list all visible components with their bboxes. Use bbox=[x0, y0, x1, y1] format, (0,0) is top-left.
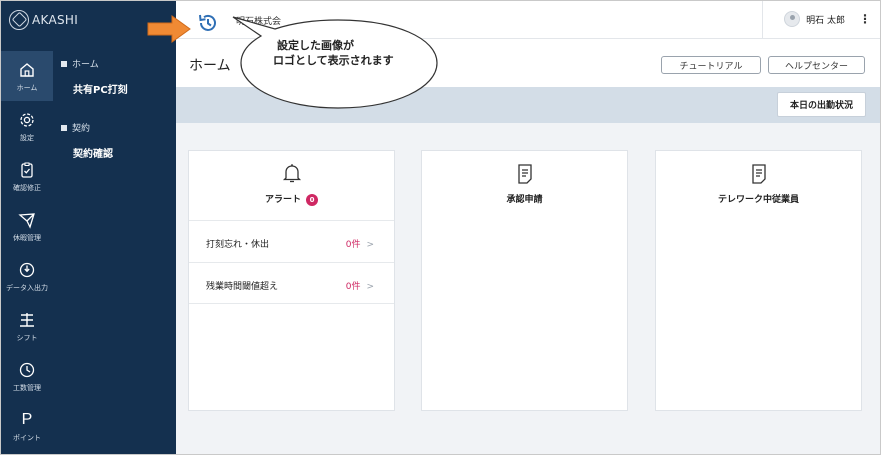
rail-label: データ入出力 bbox=[6, 284, 48, 292]
alert-row-count-value: 0件 bbox=[345, 282, 361, 292]
home-icon bbox=[16, 59, 38, 81]
chevron-right-icon: > bbox=[366, 240, 374, 250]
callout-text: 設定した画像が ロゴとして表示されます bbox=[273, 38, 394, 68]
tutorial-button[interactable]: チュートリアル bbox=[661, 56, 761, 74]
subnav-heading: 契約 bbox=[72, 124, 91, 134]
alert-row-overtime[interactable]: 残業時間閾値超え 0件 > bbox=[189, 262, 394, 304]
alert-title-text: アラート bbox=[264, 195, 301, 205]
arrow-annotation-icon bbox=[146, 14, 192, 48]
power-icon bbox=[16, 259, 38, 281]
rail-label: ホーム bbox=[16, 84, 38, 92]
telework-title: テレワーク中従業員 bbox=[717, 195, 799, 205]
approval-title: 承認申請 bbox=[506, 195, 543, 205]
alert-title: アラート 0 bbox=[189, 192, 394, 206]
subnav-section-contract: 契約 bbox=[61, 121, 90, 134]
subnav-section-home: ホーム bbox=[61, 57, 99, 70]
subnav-heading: ホーム bbox=[72, 60, 99, 70]
more-vertical-icon[interactable]: ⋮ bbox=[859, 12, 871, 26]
history-icon[interactable] bbox=[196, 11, 220, 39]
square-bullet-icon bbox=[61, 124, 67, 131]
alert-row-label: 打刻忘れ・休出 bbox=[206, 240, 270, 250]
rail-label: 設定 bbox=[20, 134, 34, 142]
akashi-logo-icon bbox=[9, 10, 29, 30]
rail-item-points[interactable]: P ポイント bbox=[1, 401, 53, 451]
app-frame: AKASHI ホーム 設定 確認修正 休暇管理 データ入出力 シフト 工数管理 … bbox=[0, 0, 881, 455]
clipboard-check-icon bbox=[16, 159, 38, 181]
speech-bubble bbox=[231, 14, 445, 122]
subnav-link-shared-pc[interactable]: 共有PC打刻 bbox=[73, 81, 128, 96]
user-menu[interactable]: 明石 太郎 ⋮ bbox=[784, 11, 871, 27]
rail-label: ポイント bbox=[13, 434, 41, 442]
alert-row-label: 残業時間閾値超え bbox=[206, 282, 279, 292]
rail-item-review[interactable]: 確認修正 bbox=[1, 151, 53, 201]
alert-row-count-value: 0件 bbox=[345, 240, 361, 250]
p-icon: P bbox=[21, 411, 33, 428]
alert-card: アラート 0 打刻忘れ・休出 0件 > 残業時間閾値超え 0件 > bbox=[188, 150, 395, 411]
topbar-divider bbox=[762, 1, 763, 39]
page-title: ホーム bbox=[189, 58, 231, 74]
document-icon bbox=[656, 163, 861, 185]
square-bullet-icon bbox=[61, 60, 67, 67]
attendance-status-button[interactable]: 本日の出勤状況 bbox=[777, 92, 866, 117]
telework-card[interactable]: テレワーク中従業員 bbox=[655, 150, 862, 411]
rail-label: 工数管理 bbox=[13, 384, 41, 392]
rail-label: 休暇管理 bbox=[13, 234, 41, 242]
avatar bbox=[784, 11, 801, 27]
rail-item-shift[interactable]: シフト bbox=[1, 301, 53, 351]
rail-item-settings[interactable]: 設定 bbox=[1, 101, 53, 151]
rail-item-home[interactable]: ホーム bbox=[1, 51, 53, 101]
clock-icon bbox=[16, 359, 38, 381]
help-center-button[interactable]: ヘルプセンター bbox=[768, 56, 865, 74]
user-name: 明石 太郎 bbox=[806, 15, 845, 26]
plane-icon bbox=[16, 209, 38, 231]
callout-line-2: ロゴとして表示されます bbox=[273, 54, 394, 67]
rail-item-leave[interactable]: 休暇管理 bbox=[1, 201, 53, 251]
sub-navigation: ホーム 共有PC打刻 契約 契約確認 bbox=[53, 39, 176, 454]
icon-rail: ホーム 設定 確認修正 休暇管理 データ入出力 シフト 工数管理 P ポイント bbox=[1, 39, 53, 454]
bell-icon bbox=[189, 163, 394, 185]
rail-label: 確認修正 bbox=[13, 184, 41, 192]
callout-line-1: 設定した画像が bbox=[277, 39, 354, 52]
shift-icon bbox=[16, 309, 38, 331]
document-icon bbox=[422, 163, 627, 185]
alert-row-count: 0件 > bbox=[346, 237, 374, 250]
subnav-link-contract[interactable]: 契約確認 bbox=[73, 145, 113, 160]
rail-label: シフト bbox=[16, 334, 38, 342]
rail-item-data-io[interactable]: データ入出力 bbox=[1, 251, 53, 301]
alert-row-missed-punch[interactable]: 打刻忘れ・休出 0件 > bbox=[189, 220, 394, 262]
brand-name: AKASHI bbox=[32, 13, 79, 27]
chevron-right-icon: > bbox=[366, 282, 374, 292]
approval-card[interactable]: 承認申請 bbox=[421, 150, 628, 411]
alert-row-count: 0件 > bbox=[346, 279, 374, 292]
gear-icon bbox=[16, 109, 38, 131]
rail-item-workload[interactable]: 工数管理 bbox=[1, 351, 53, 401]
alert-count-badge: 0 bbox=[306, 193, 318, 206]
